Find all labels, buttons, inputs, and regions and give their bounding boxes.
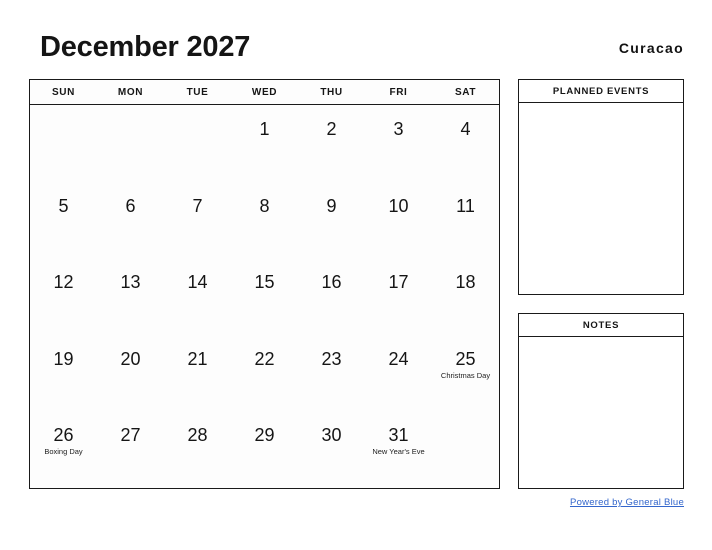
notes-body[interactable] — [519, 337, 683, 488]
day-number: 24 — [388, 348, 409, 369]
day-cell[interactable]: 24 — [365, 335, 432, 412]
calendar-week-row: 19 20 21 22 23 24 25 Christmas Day — [30, 335, 499, 412]
calendar-week-row: 12 13 14 15 16 17 18 — [30, 258, 499, 335]
day-event-label: Christmas Day — [440, 370, 491, 380]
day-cell[interactable]: 17 — [365, 258, 432, 335]
day-number: 7 — [192, 195, 203, 216]
day-cell[interactable]: 11 — [432, 182, 499, 259]
powered-by-link[interactable]: Powered by General Blue — [570, 497, 684, 508]
day-number: 15 — [254, 272, 275, 293]
day-number: 23 — [321, 348, 342, 369]
day-cell[interactable]: 7 — [164, 182, 231, 259]
day-number: 22 — [254, 348, 275, 369]
day-cell[interactable]: 22 — [231, 335, 298, 412]
calendar-week-row: 5 6 7 8 9 10 11 — [30, 182, 499, 259]
day-number: 10 — [388, 195, 409, 216]
weekday-header-sat: SAT — [454, 86, 477, 98]
day-cell[interactable]: 25 Christmas Day — [432, 335, 499, 412]
day-number: 11 — [456, 195, 475, 216]
day-cell[interactable]: 21 — [164, 335, 231, 412]
calendar-week-row: 1 2 3 4 — [30, 105, 499, 182]
day-number: 4 — [460, 119, 471, 139]
day-cell[interactable]: 19 — [30, 335, 97, 412]
day-number: 13 — [120, 272, 141, 293]
calendar-week-row: 26 Boxing Day 27 28 29 30 31 New Year's … — [30, 411, 499, 488]
weekday-header-tue: TUE — [186, 86, 209, 98]
day-cell[interactable]: 8 — [231, 182, 298, 259]
day-number: 29 — [254, 425, 275, 446]
day-cell[interactable] — [97, 105, 164, 182]
page-title: December 2027 — [40, 31, 251, 63]
day-number: 9 — [326, 195, 337, 216]
day-number: 2 — [326, 119, 337, 139]
weekday-header-thu: THU — [320, 86, 343, 98]
day-cell[interactable]: 14 — [164, 258, 231, 335]
day-number: 3 — [393, 119, 404, 139]
day-number: 16 — [321, 272, 342, 293]
notes-title: NOTES — [519, 314, 683, 337]
weekday-header-wed: WED — [251, 86, 278, 98]
day-cell[interactable]: 26 Boxing Day — [30, 411, 97, 488]
day-number: 17 — [388, 272, 409, 293]
day-number: 12 — [53, 272, 74, 293]
day-number: 28 — [187, 425, 208, 446]
day-cell[interactable]: 18 — [432, 258, 499, 335]
day-cell[interactable]: 15 — [231, 258, 298, 335]
day-event-label: New Year's Eve — [372, 447, 425, 457]
day-number: 1 — [259, 119, 270, 139]
day-number: 31 — [388, 425, 409, 446]
day-number: 30 — [321, 425, 342, 446]
location-label: Curacao — [618, 40, 684, 56]
day-number: 27 — [120, 425, 141, 446]
day-number: 26 — [53, 425, 74, 446]
weekday-header-fri: FRI — [389, 86, 408, 98]
weekday-header-sun: SUN — [52, 86, 75, 98]
calendar-weeks: 1 2 3 4 5 6 7 8 9 10 11 12 13 14 15 16 1… — [30, 105, 499, 488]
day-cell[interactable]: 6 — [97, 182, 164, 259]
day-cell[interactable]: 23 — [298, 335, 365, 412]
day-cell[interactable]: 31 New Year's Eve — [365, 411, 432, 488]
day-number: 6 — [125, 195, 136, 216]
day-cell[interactable]: 3 — [365, 105, 432, 182]
day-cell[interactable]: 16 — [298, 258, 365, 335]
day-cell[interactable]: 20 — [97, 335, 164, 412]
day-number: 18 — [455, 272, 476, 293]
weekday-header-mon: MON — [117, 86, 144, 98]
day-number: 21 — [187, 348, 208, 369]
day-cell[interactable]: 1 — [231, 105, 298, 182]
day-cell[interactable]: 12 — [30, 258, 97, 335]
planned-events-panel: PLANNED EVENTS — [518, 79, 684, 295]
day-event-label: Boxing Day — [44, 447, 83, 457]
day-number: 20 — [120, 348, 141, 369]
notes-panel: NOTES — [518, 313, 684, 489]
weekday-header-row: SUN MON TUE WED THU FRI SAT — [30, 80, 499, 105]
day-cell[interactable]: 9 — [298, 182, 365, 259]
day-cell[interactable] — [30, 105, 97, 182]
day-number: 25 — [455, 348, 476, 369]
day-number: 19 — [53, 348, 74, 369]
day-number: 5 — [58, 195, 69, 216]
day-cell[interactable]: 5 — [30, 182, 97, 259]
calendar-grid: SUN MON TUE WED THU FRI SAT 1 2 3 4 5 6 … — [29, 79, 500, 489]
day-cell[interactable]: 2 — [298, 105, 365, 182]
day-cell[interactable]: 29 — [231, 411, 298, 488]
page-header: December 2027 Curacao — [40, 30, 684, 70]
planned-events-title: PLANNED EVENTS — [519, 80, 683, 103]
day-cell[interactable]: 30 — [298, 411, 365, 488]
day-number: 14 — [187, 272, 208, 293]
day-cell[interactable]: 4 — [432, 105, 499, 182]
day-cell[interactable] — [432, 411, 499, 488]
day-cell[interactable]: 27 — [97, 411, 164, 488]
day-cell[interactable]: 28 — [164, 411, 231, 488]
day-number: 8 — [259, 195, 270, 216]
day-cell[interactable]: 10 — [365, 182, 432, 259]
day-cell[interactable]: 13 — [97, 258, 164, 335]
day-cell[interactable] — [164, 105, 231, 182]
planned-events-body[interactable] — [519, 103, 683, 294]
